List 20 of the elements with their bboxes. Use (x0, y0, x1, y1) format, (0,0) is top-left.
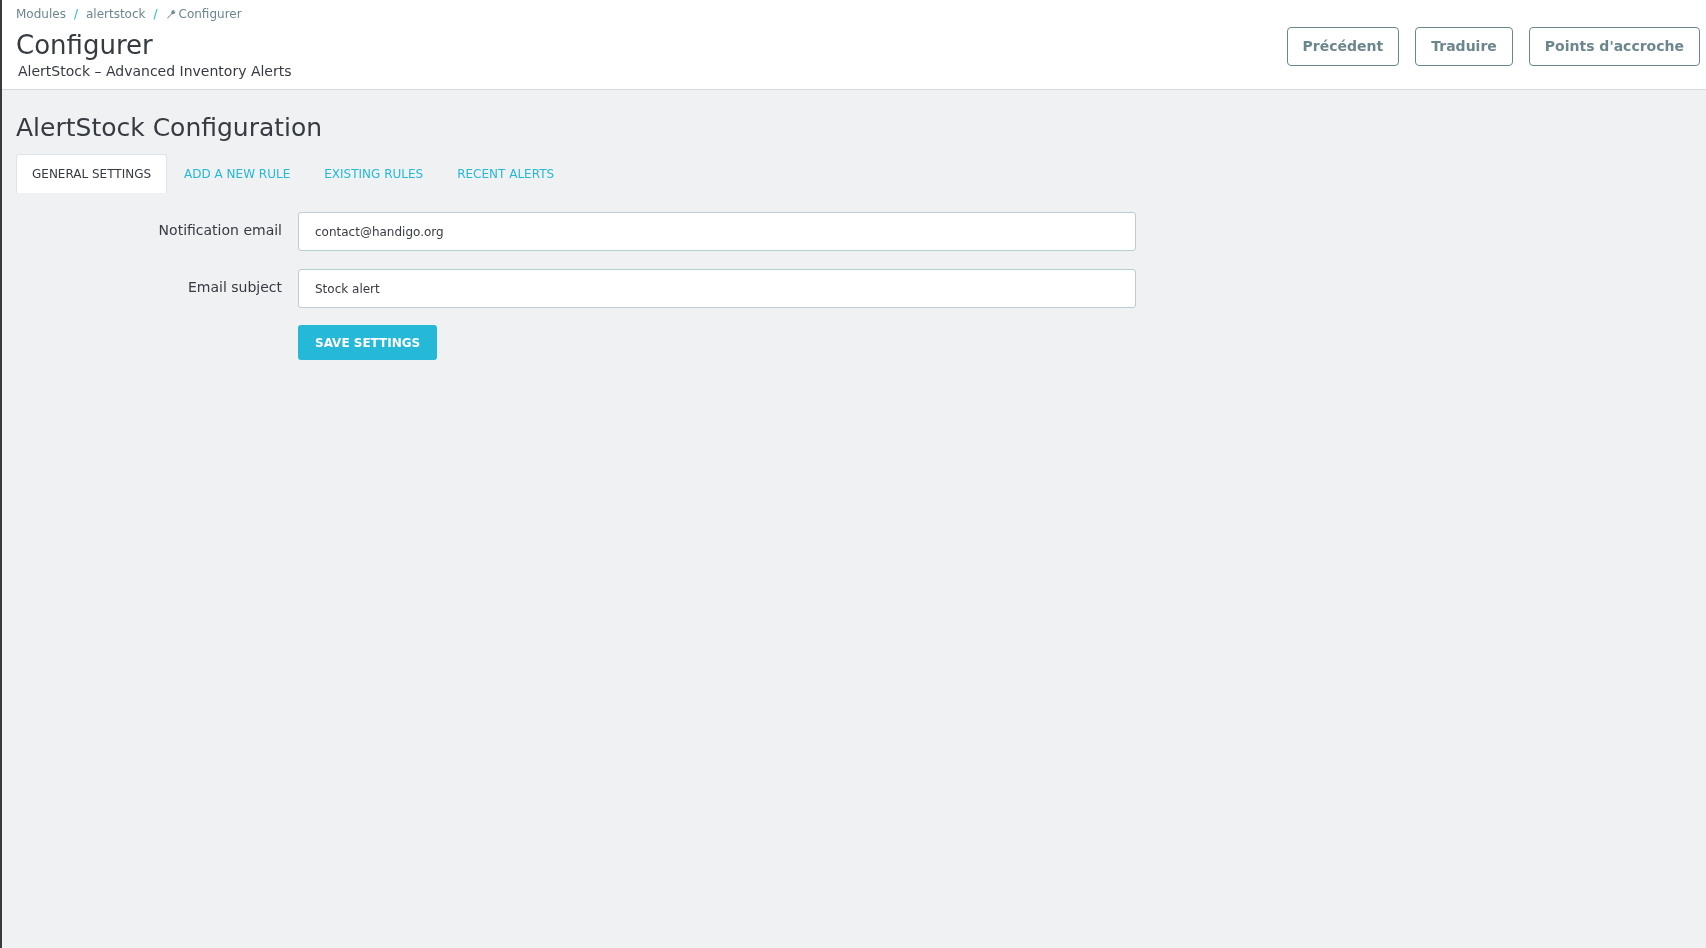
toolbar-button[interactable]: Traduire (1415, 27, 1513, 66)
save-button[interactable]: SAVE SETTINGS (298, 325, 438, 360)
tab[interactable]: GENERAL SETTINGS (16, 154, 168, 193)
tab[interactable]: EXISTING RULES (307, 154, 441, 193)
text-input[interactable]: Stock alert (298, 269, 1136, 308)
breadcrumb-link[interactable]: Modules (16, 5, 66, 23)
field-label: Notification email (157, 221, 283, 240)
field-label: Email subject (186, 278, 283, 297)
panel-title: AlertStock Configuration (16, 112, 324, 144)
page-title: Configurer (16, 29, 154, 61)
tab[interactable]: ADD A NEW RULE (167, 154, 308, 193)
breadcrumb-separator: / (153, 6, 158, 23)
toolbar-button[interactable]: Précédent (1286, 27, 1400, 66)
toolbar-button[interactable]: Points d'accroche (1528, 27, 1700, 66)
tab[interactable]: RECENT ALERTS (440, 154, 572, 193)
text-input[interactable]: contact@handigo.org (298, 212, 1136, 251)
breadcrumb-link[interactable]: alertstock (85, 5, 146, 23)
breadcrumb-link[interactable]: Configurer (165, 5, 242, 23)
page-subtitle: AlertStock – Advanced Inventory Alerts (18, 62, 292, 81)
breadcrumb-separator: / (73, 6, 78, 23)
